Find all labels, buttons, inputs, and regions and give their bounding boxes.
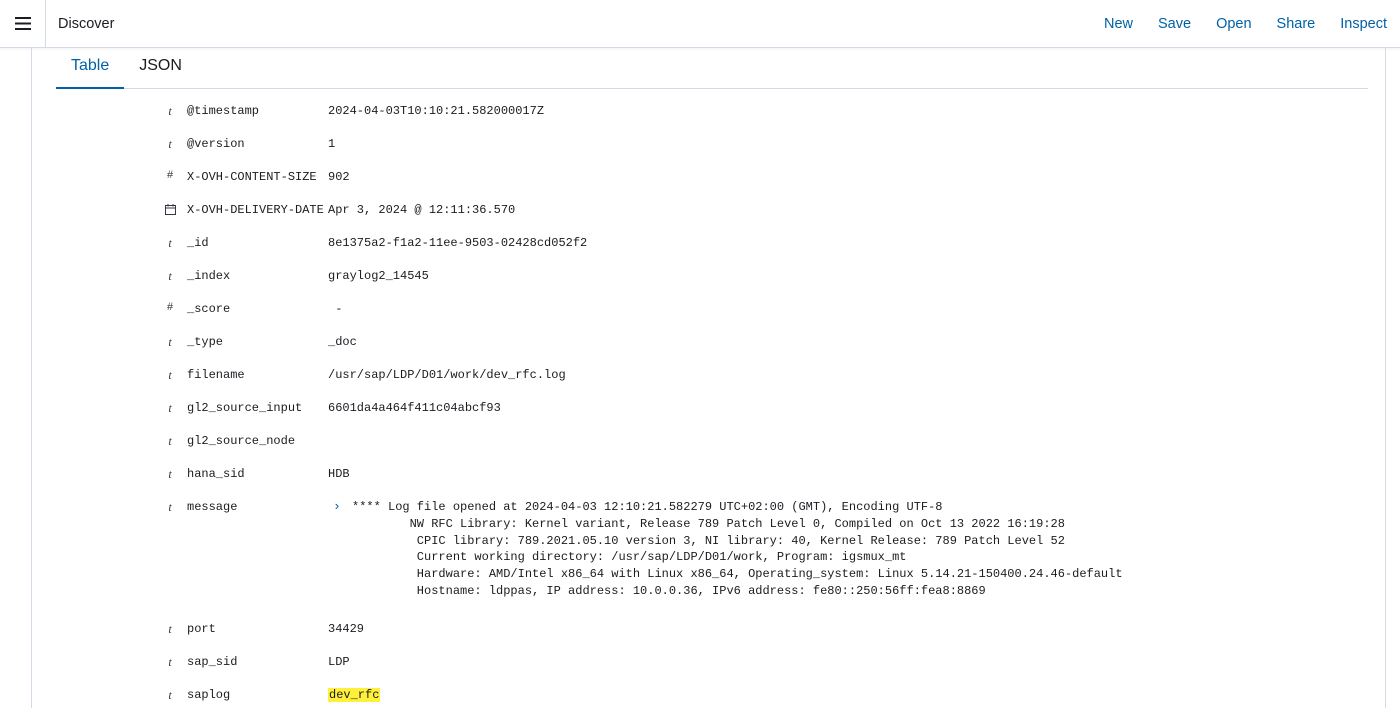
field-value: graylog2_14545 bbox=[328, 269, 429, 283]
string-type-icon: t bbox=[168, 269, 172, 283]
field-value: dev_rfc bbox=[328, 688, 381, 702]
share-button[interactable]: Share bbox=[1277, 16, 1316, 32]
field-name: saplog bbox=[187, 688, 231, 702]
field-value: 2024-04-03T10:10:21.582000017Z bbox=[328, 104, 545, 118]
string-type-icon: t bbox=[168, 467, 172, 481]
field-value: Apr 3, 2024 @ 12:11:36.570 bbox=[328, 203, 516, 217]
page-title: Discover bbox=[58, 15, 115, 32]
panel-left-border bbox=[31, 48, 32, 708]
field-name: _score bbox=[187, 302, 231, 316]
new-button[interactable]: New bbox=[1104, 16, 1133, 32]
string-type-icon: t bbox=[168, 335, 172, 349]
field-name: port bbox=[187, 622, 216, 636]
field-name: hana_sid bbox=[187, 467, 245, 481]
string-type-icon: t bbox=[168, 137, 172, 151]
field-value: 34429 bbox=[328, 622, 365, 636]
doc-view-tabs: Table JSON bbox=[56, 48, 1368, 89]
inspect-button[interactable]: Inspect bbox=[1340, 16, 1387, 32]
field-name: gl2_source_node bbox=[187, 434, 296, 448]
field-value: HDB bbox=[328, 467, 350, 481]
field-name: _type bbox=[187, 335, 224, 349]
field-name: sap_sid bbox=[187, 655, 238, 669]
field-name: @timestamp bbox=[187, 104, 260, 118]
message-line: CPIC library: 789.2021.05.10 version 3, … bbox=[352, 533, 1065, 548]
field-name: message bbox=[187, 500, 238, 514]
number-type-icon: # bbox=[166, 302, 174, 314]
field-name: filename bbox=[187, 368, 245, 382]
string-type-icon: t bbox=[168, 622, 172, 636]
field-value: 902 bbox=[328, 170, 350, 184]
message-line: Hostname: ldppas, IP address: 10.0.0.36,… bbox=[352, 583, 986, 598]
string-type-icon: t bbox=[168, 368, 172, 382]
save-button[interactable]: Save bbox=[1158, 16, 1191, 32]
string-type-icon: t bbox=[168, 655, 172, 669]
field-name: _id bbox=[187, 236, 209, 250]
field-name: X-OVH-CONTENT-SIZE bbox=[187, 170, 317, 184]
open-button[interactable]: Open bbox=[1216, 16, 1251, 32]
field-value: /usr/sap/LDP/D01/work/dev_rfc.log bbox=[328, 368, 566, 382]
hamburger-menu-button[interactable] bbox=[0, 0, 46, 48]
field-name: @version bbox=[187, 137, 245, 151]
top-nav-bar: Discover New Save Open Share Inspect bbox=[0, 0, 1400, 48]
chevron-right-icon[interactable]: › bbox=[333, 499, 341, 514]
field-name: gl2_source_input bbox=[187, 401, 303, 415]
field-value: - bbox=[328, 302, 343, 316]
field-value: 8e1375a2-f1a2-11ee-9503-02428cd052f2 bbox=[328, 236, 588, 250]
tab-json[interactable]: JSON bbox=[124, 48, 197, 87]
string-type-icon: t bbox=[168, 104, 172, 118]
string-type-icon: t bbox=[168, 401, 172, 415]
message-line: NW RFC Library: Kernel variant, Release … bbox=[352, 516, 1065, 531]
tab-table[interactable]: Table bbox=[56, 48, 125, 89]
message-value: **** Log file opened at 2024-04-03 12:10… bbox=[352, 499, 1123, 600]
string-type-icon: t bbox=[168, 500, 172, 514]
field-name: X-OVH-DELIVERY-DATE bbox=[187, 203, 324, 217]
field-value: 1 bbox=[328, 137, 336, 151]
field-value: LDP bbox=[328, 655, 350, 669]
field-value: 6601da4a464f411c04abcf93 bbox=[328, 401, 501, 415]
calendar-icon bbox=[163, 203, 177, 215]
highlighted-value: dev_rfc bbox=[328, 688, 381, 702]
string-type-icon: t bbox=[168, 236, 172, 250]
string-type-icon: t bbox=[168, 688, 172, 702]
panel-right-border bbox=[1385, 48, 1386, 708]
message-line: **** Log file opened at 2024-04-03 12:10… bbox=[352, 500, 943, 514]
hamburger-icon bbox=[14, 17, 31, 30]
string-type-icon: t bbox=[168, 434, 172, 448]
message-line: Hardware: AMD/Intel x86_64 with Linux x8… bbox=[352, 567, 1123, 582]
number-type-icon: # bbox=[166, 170, 174, 182]
field-name: _index bbox=[187, 269, 231, 283]
top-actions: New Save Open Share Inspect bbox=[1104, 0, 1400, 48]
field-value: _doc bbox=[328, 335, 357, 349]
message-line: Current working directory: /usr/sap/LDP/… bbox=[352, 550, 907, 565]
